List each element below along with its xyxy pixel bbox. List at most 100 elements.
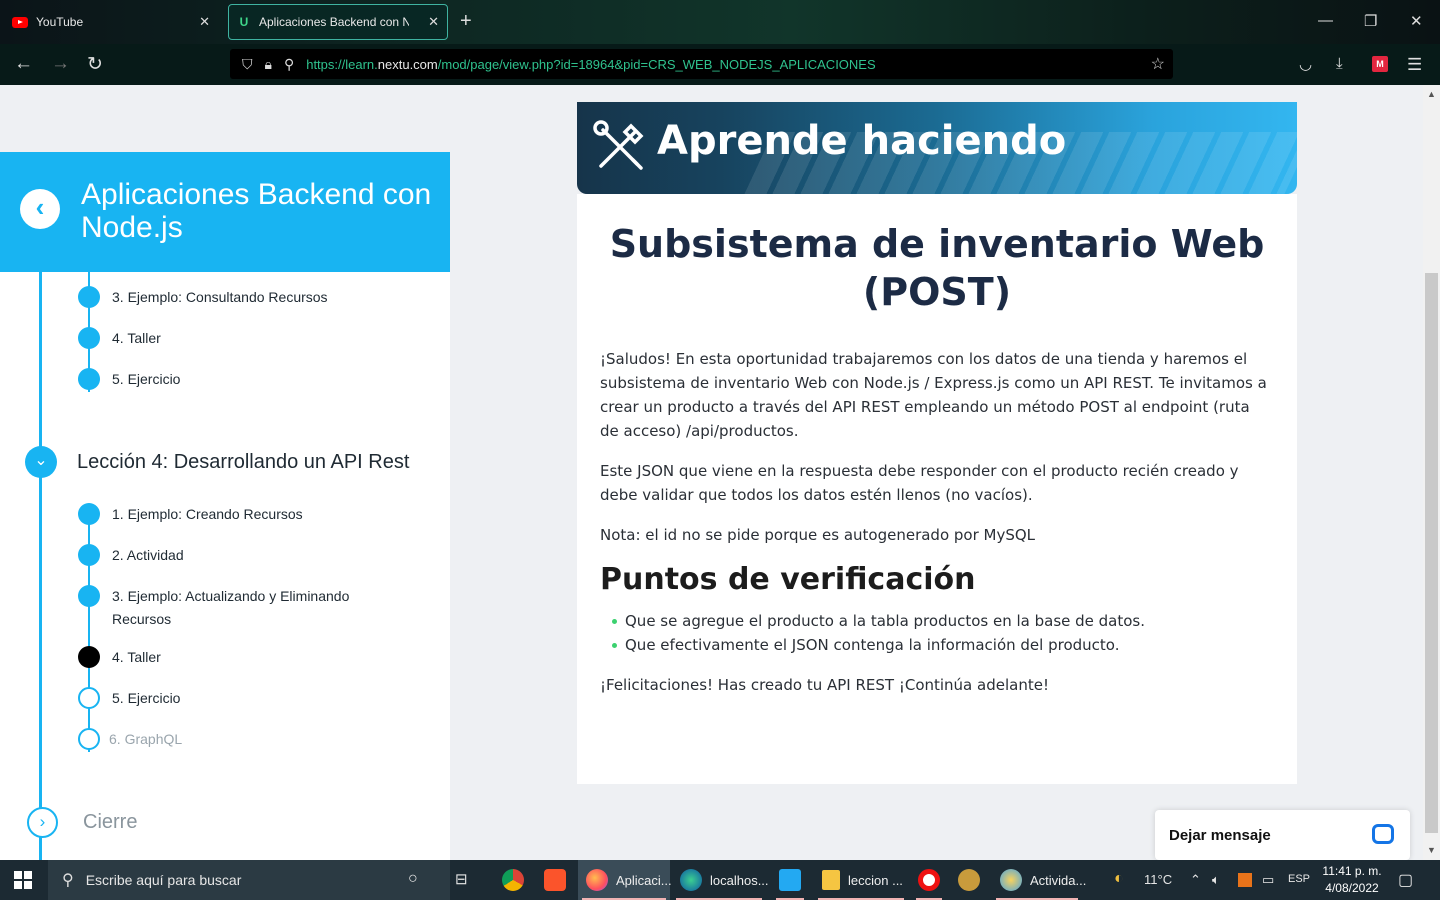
lesson-item-label: 6. GraphQL — [109, 731, 183, 747]
shield-icon[interactable]: ⛉ — [242, 56, 253, 73]
weather-temp[interactable]: 11°C — [1144, 872, 1172, 887]
status-dot — [78, 646, 100, 668]
taskbar-app-paint[interactable]: Activida... — [992, 860, 1086, 900]
opera-app[interactable] — [912, 860, 946, 900]
lesson-title: Lección 4: Desarrollando un API Rest — [77, 450, 410, 473]
paint-icon — [1000, 869, 1022, 891]
bookmark-star-icon[interactable]: ☆ — [1151, 54, 1165, 74]
brave-app[interactable] — [538, 860, 572, 900]
youtube-icon — [12, 16, 28, 28]
banner-title: Aprende haciendo — [657, 118, 1067, 164]
taskbar-app-explorer[interactable]: leccion ... — [814, 860, 908, 900]
search-placeholder: Escribe aquí para buscar — [85, 872, 242, 888]
content-card: Subsistema de inventario Web (POST) ¡Sal… — [577, 194, 1297, 784]
scroll-up-icon[interactable]: ▲ — [1427, 89, 1436, 99]
tab-title: YouTube — [36, 15, 84, 29]
lesson-item[interactable]: 4. Taller — [78, 327, 392, 350]
forward-arrow-icon[interactable]: → — [51, 53, 70, 75]
banner: Aprende haciendo — [577, 102, 1297, 194]
opera-icon — [918, 869, 940, 891]
lesson-item-current[interactable]: 4. Taller — [78, 646, 392, 669]
cierre-section[interactable]: › Cierre — [27, 807, 137, 838]
weather-icon[interactable]: ◐ — [1114, 870, 1124, 888]
lesson-item[interactable]: 3. Ejemplo: Actualizando y Eliminando Re… — [78, 585, 392, 631]
tab-youtube[interactable]: YouTube ✕ — [6, 4, 218, 40]
chevron-down-icon[interactable]: ⌄ — [25, 446, 57, 478]
course-title: Aplicaciones Backend con Node.js — [81, 178, 432, 244]
lesson-item-label: 2. Actividad — [112, 547, 184, 563]
status-dot — [78, 368, 100, 390]
chat-label: Dejar mensaje — [1169, 827, 1271, 844]
tab-title: Aplicaciones Backend con Node.js — [259, 15, 409, 29]
reload-icon[interactable]: ↻ — [87, 53, 103, 76]
close-window-button[interactable]: ✕ — [1410, 12, 1423, 30]
windows-taskbar: ⚲ Escribe aquí para buscar ○ ⊟ Aplicaci.… — [0, 860, 1440, 900]
status-dot — [78, 503, 100, 525]
volume-icon[interactable]: 🔈︎ — [1212, 872, 1220, 888]
clock[interactable]: 11:41 p. m. 4/08/2022 — [1316, 863, 1388, 897]
chevron-right-icon[interactable]: › — [27, 807, 58, 838]
back-arrow-icon[interactable]: ← — [14, 53, 33, 75]
taskbar-app-edge[interactable]: localhos... — [672, 860, 769, 900]
course-header: ‹ Aplicaciones Backend con Node.js — [0, 152, 450, 272]
lesson-item-label: 1. Ejemplo: Creando Recursos — [112, 506, 303, 522]
url-bar[interactable]: ⛉ 🔒︎ ⚲ https://learn.nextu.com/mod/page/… — [230, 49, 1173, 79]
minimize-button[interactable]: — — [1318, 12, 1333, 29]
extension-icon[interactable]: M — [1372, 56, 1388, 72]
lesson-item[interactable]: 5. Ejercicio — [78, 368, 392, 391]
taskbar-app-firefox[interactable]: Aplicaci... — [578, 860, 672, 900]
taskbar-app-label: Aplicaci... — [616, 872, 672, 888]
lesson-item[interactable]: 1. Ejemplo: Creando Recursos — [78, 503, 392, 526]
folder-icon — [822, 870, 840, 890]
status-dot — [78, 585, 100, 607]
timeline-line — [39, 272, 42, 860]
scroll-down-icon[interactable]: ▼ — [1427, 845, 1436, 855]
lesson-item-locked[interactable]: 6. GraphQL — [78, 728, 389, 751]
browser-nav-bar: ← → ↻ ⛉ 🔒︎ ⚲ https://learn.nextu.com/mod… — [0, 44, 1440, 85]
page-content: 3. Ejemplo: Consultando Recursos 4. Tall… — [0, 85, 1440, 860]
new-tab-button[interactable]: + — [460, 10, 472, 33]
close-icon[interactable]: ✕ — [199, 14, 210, 30]
chat-bubble-icon[interactable] — [1372, 824, 1394, 844]
chevron-up-icon[interactable]: ⌃ — [1190, 872, 1201, 888]
tray-app-icon[interactable] — [1238, 873, 1252, 887]
cortana-icon[interactable]: ○ — [408, 870, 418, 888]
pocket-icon[interactable]: ◡ — [1299, 55, 1312, 73]
lesson-item[interactable]: 3. Ejemplo: Consultando Recursos — [78, 286, 392, 309]
restore-button[interactable]: ❐ — [1364, 12, 1377, 30]
vscode-app[interactable] — [772, 860, 808, 900]
lesson-item[interactable]: 2. Actividad — [78, 544, 392, 567]
network-icon[interactable]: ▭ — [1262, 872, 1274, 888]
notifications-icon[interactable]: ▢ — [1398, 870, 1413, 890]
lock-icon[interactable]: 🔒︎ — [265, 56, 272, 73]
url-text[interactable]: https://learn.nextu.com/mod/page/view.ph… — [306, 57, 875, 72]
lesson-item-label: 4. Taller — [112, 330, 161, 346]
close-icon[interactable]: ✕ — [428, 14, 439, 30]
taskbar-search[interactable]: ⚲ Escribe aquí para buscar — [48, 860, 450, 900]
paragraph: ¡Saludos! En esta oportunidad trabajarem… — [600, 350, 1267, 440]
status-dot — [78, 544, 100, 566]
task-view-icon[interactable]: ⊟ — [455, 870, 468, 888]
edge-icon — [680, 869, 702, 891]
windows-start-icon[interactable] — [14, 871, 32, 889]
lesson-item-label: 4. Taller — [112, 649, 161, 665]
tab-aplicaciones[interactable]: U Aplicaciones Backend con Node.js ✕ — [228, 4, 448, 40]
chevron-left-icon[interactable]: ‹ — [20, 189, 60, 229]
page-scrollbar[interactable]: ▲ ▼ — [1423, 85, 1440, 860]
lesson-4-header[interactable]: ⌄ Lección 4: Desarrollando un API Rest — [25, 446, 409, 478]
permissions-icon[interactable]: ⚲ — [284, 56, 294, 73]
chrome-app[interactable] — [496, 860, 530, 900]
status-dot — [78, 327, 100, 349]
scroll-thumb[interactable] — [1425, 273, 1438, 833]
menu-icon[interactable]: ☰ — [1407, 55, 1422, 75]
nextu-icon: U — [239, 15, 249, 29]
language-indicator[interactable]: ESP — [1288, 873, 1310, 885]
download-icon[interactable]: ⤓ — [1336, 55, 1343, 72]
tools-icon — [593, 120, 644, 170]
search-icon: ⚲ — [62, 872, 74, 889]
lesson-item[interactable]: 5. Ejercicio — [78, 687, 392, 710]
league-app[interactable] — [952, 860, 986, 900]
chat-widget[interactable]: Dejar mensaje — [1155, 810, 1410, 860]
lesson-item-label: 3. Ejemplo: Actualizando y Eliminando Re… — [112, 588, 350, 627]
section-title: Cierre — [83, 811, 138, 833]
